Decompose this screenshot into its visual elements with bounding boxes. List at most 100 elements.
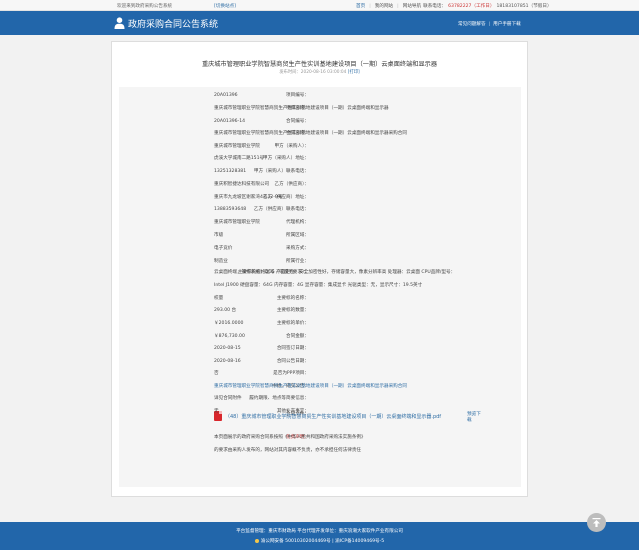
faq-link[interactable]: 常见问题解答 <box>458 22 486 27</box>
police-badge-icon <box>254 538 259 543</box>
field-label: 合同编号： <box>286 119 309 124</box>
field-row: 是否为PPP项目： 否 <box>119 370 521 378</box>
field-row: 合同签订日期： 2020-08-15 <box>119 345 521 353</box>
field-value: 13883593648 <box>214 207 247 212</box>
field-row: 合同公告日期： 2020-08-16 <box>119 358 521 366</box>
field-row: Intel J1900 硬盘容量：64G 内存容量：4G 显存容量：集成显卡 光… <box>119 282 521 290</box>
field-value: 重庆城市管理职业学院智慧商贸生产性实训基地建设项目（一期）云桌面终端和显示器采购… <box>214 131 407 136</box>
field-value: 20A01396 <box>214 93 238 98</box>
publish-time: 发布时间：2020-08-16 03:00:04 [打印] <box>112 69 527 75</box>
field-value: 虎溪大学城南二路151号 <box>214 156 265 161</box>
field-value: 293.00 台 <box>214 308 237 313</box>
field-row: 合同编号： 20A01396-14 <box>119 118 521 126</box>
publish-time-value: 2020-08-16 03:00:04 <box>300 70 347 75</box>
back-to-top-button[interactable] <box>587 513 606 532</box>
field-row: 乙方（供应商）地址： 重庆市九龙坡区谢家湾4号12-9号 <box>119 194 521 202</box>
field-value: 重庆城市管理职业学院智慧商贸生产性实训基地建设项目（一期）云桌面终端和显示器 <box>214 106 389 111</box>
field-label: 采购方式： <box>286 246 309 251</box>
site-header: 政府采购合同公告系统 常见问题解答 | 用户手册下载 <box>0 11 639 35</box>
field-label: 乙方（供应商）联系电话： <box>253 207 309 212</box>
welcome-text: 欢迎来到政府采购公告系统 <box>117 4 173 9</box>
disclaimer-line-1: 本页面展示的政府采购合同系按照《中华人民共和国政府采购法实施条例》 <box>214 435 366 440</box>
field-value: 详见合同附件 <box>214 396 242 401</box>
field-row: 主要标的规格型号（或服务要求）： 云桌面终端，操作系统：DOS 产品定位：安全加密… <box>119 269 521 277</box>
field-row: 甲方（采购人）： 重庆城市管理职业学院 <box>119 143 521 151</box>
field-label: 所属区域： <box>286 233 309 238</box>
field-value: 否 <box>214 371 219 376</box>
field-row: 代理机构： 重庆城市管理职业学院 <box>119 219 521 227</box>
field-row: 所属区域： 市级 <box>119 232 521 240</box>
field-label: 合同签订日期： <box>276 346 309 351</box>
top-link-4: 63782227（工作日） <box>448 4 495 9</box>
field-row: 其他补充事宜： 无 <box>119 408 521 416</box>
field-label: 代理机构： <box>286 220 309 225</box>
site-title[interactable]: 政府采购合同公告系统 <box>128 17 218 30</box>
field-row: 项目编号： 20A01396 <box>119 92 521 100</box>
field-value: 校量 <box>214 296 224 301</box>
field-row: 甲方（采购人）联系电话： 13251328381 <box>119 168 521 176</box>
field-row: 合同名称： 重庆城市管理职业学院智慧商贸生产性实训基地建设项目（一期）云桌面终端和… <box>119 130 521 138</box>
top-links: 首页 | 我的网站 | 网站导航 联系电话： 63782227（工作日） 1818310785… <box>356 4 552 9</box>
field-label: 甲方（采购人）： <box>274 144 309 149</box>
field-value: 制造业 <box>214 259 228 264</box>
field-label: 甲方（采购人）联系电话： <box>253 169 309 174</box>
field-row: 履约期限、地点等简要信息： 详见合同附件 <box>119 395 521 403</box>
top-link-0[interactable]: 首页 <box>356 4 365 9</box>
field-value: 重庆积智捷达科技有限公司 <box>214 182 270 187</box>
top-bar: 欢迎来到政府采购公告系统 [切换站点] 首页 | 我的网站 | 网站导航 联系电话： 637… <box>0 0 639 11</box>
field-value: 13251328381 <box>214 169 247 174</box>
field-value: 电子竞价 <box>214 246 233 251</box>
field-value: 云桌面终端，操作系统：DOS 产品定位：安全加密性好，存储容量大，像素分辨率高 … <box>214 270 456 275</box>
field-label: 甲方（采购人）地址： <box>263 156 309 161</box>
field-value: 2020-08-16 <box>214 359 241 364</box>
field-row: 主要标的数量： 293.00 台 <box>119 307 521 315</box>
publish-time-label: 发布时间： <box>279 70 301 75</box>
field-label: 是否为PPP项目： <box>273 371 309 376</box>
print-link[interactable]: [打印] <box>348 70 360 75</box>
manual-download-link[interactable]: 用户手册下载 <box>493 22 521 27</box>
field-label: 合同公告日期： <box>276 359 309 364</box>
arrow-up-icon <box>592 518 601 527</box>
field-row: 合同金额： ￥876,730.00 <box>119 333 521 341</box>
field-label: 乙方（供应商）： <box>274 182 309 187</box>
field-value: 市级 <box>214 233 224 238</box>
article-title: 重庆城市管理职业学院智慧商贸生产性实训基地建设项目（一期）云桌面终端和显示器 <box>201 61 438 68</box>
field-value: 重庆城市管理职业学院 <box>214 144 260 149</box>
field-row: 甲方（采购人）地址： 虎溪大学城南二路151号 <box>119 155 521 163</box>
field-value: 重庆市九龙坡区谢家湾4号12-9号 <box>214 195 283 200</box>
field-value: 无 <box>214 409 219 414</box>
field-label: 主要标的名称： <box>276 296 309 301</box>
field-value: ￥2016.0000 <box>214 321 244 326</box>
field-row: 所属行业： 制造业 <box>119 258 521 266</box>
field-row: 乙方（供应商）联系电话： 13883593648 <box>119 206 521 214</box>
footer-record: 渝公网安备 50010302004469号 | 渝ICP备14009469号-5 <box>0 538 639 544</box>
quick-links: 常见问题解答 | 用户手册下载 <box>458 22 521 27</box>
field-label: 合同金额： <box>286 334 309 339</box>
field-label: 所属行业： <box>286 259 309 264</box>
top-link-1[interactable]: 我的网站 <box>375 4 393 9</box>
field-row: 主要标的单价： ￥2016.0000 <box>119 320 521 328</box>
user-icon <box>114 17 125 29</box>
disclaimer-line-2: 的要求由采购人发布的，网站对其内容概不负责，亦不承担任何法律责任 <box>214 448 362 453</box>
award-notice-link[interactable]: 重庆城市管理职业学院智慧商贸生产性实训基地建设项目（一期）云桌面终端和显示器采购… <box>214 383 407 391</box>
field-row: 项目名称： 重庆城市管理职业学院智慧商贸生产性实训基地建设项目（一期）云桌面终端和… <box>119 105 521 113</box>
field-value: 重庆城市管理职业学院 <box>214 220 260 225</box>
contract-details: 合同文件： （48）重庆城市管理职业学院智慧商贸生产性实训基地建设项目（一期）云… <box>119 87 521 487</box>
field-value: Intel J1900 硬盘容量：64G 内存容量：4G 显存容量：集成显卡 光… <box>214 283 423 288</box>
field-row: 主要标的名称： 校量 <box>119 295 521 303</box>
site-footer: 平台监督管理：重庆市财政局 平台代理开发单位：重庆浪潮大家软件产业有限公司 渝公… <box>0 522 639 550</box>
top-link-5: 18183107851（节假日） <box>496 4 552 9</box>
field-row: 中标、成交公告： 重庆城市管理职业学院智慧商贸生产性实训基地建设项目（一期）云桌面… <box>119 383 521 391</box>
field-label: 主要标的数量： <box>276 308 309 313</box>
field-row: 乙方（供应商）： 重庆积智捷达科技有限公司 <box>119 181 521 189</box>
switch-site-link[interactable]: [切换站点] <box>214 3 236 9</box>
footer-record-text: 渝公网安备 50010302004469号 | 渝ICP备14009469号-5 <box>260 539 385 544</box>
field-value: 20A01396-14 <box>214 119 246 124</box>
field-label: 履约期限、地点等简要信息： <box>249 396 309 401</box>
footer-supervision: 平台监督管理：重庆市财政局 平台代理开发单位：重庆浪潮大家软件产业有限公司 <box>236 529 403 534</box>
top-link-3: 联系电话： <box>423 4 447 9</box>
field-row: 采购方式： 电子竞价 <box>119 245 521 253</box>
field-value: ￥876,730.00 <box>214 334 245 339</box>
article-card: 重庆城市管理职业学院智慧商贸生产性实训基地建设项目（一期）云桌面终端和显示器 发… <box>111 41 528 497</box>
top-link-2[interactable]: 网站导航 <box>403 4 421 9</box>
